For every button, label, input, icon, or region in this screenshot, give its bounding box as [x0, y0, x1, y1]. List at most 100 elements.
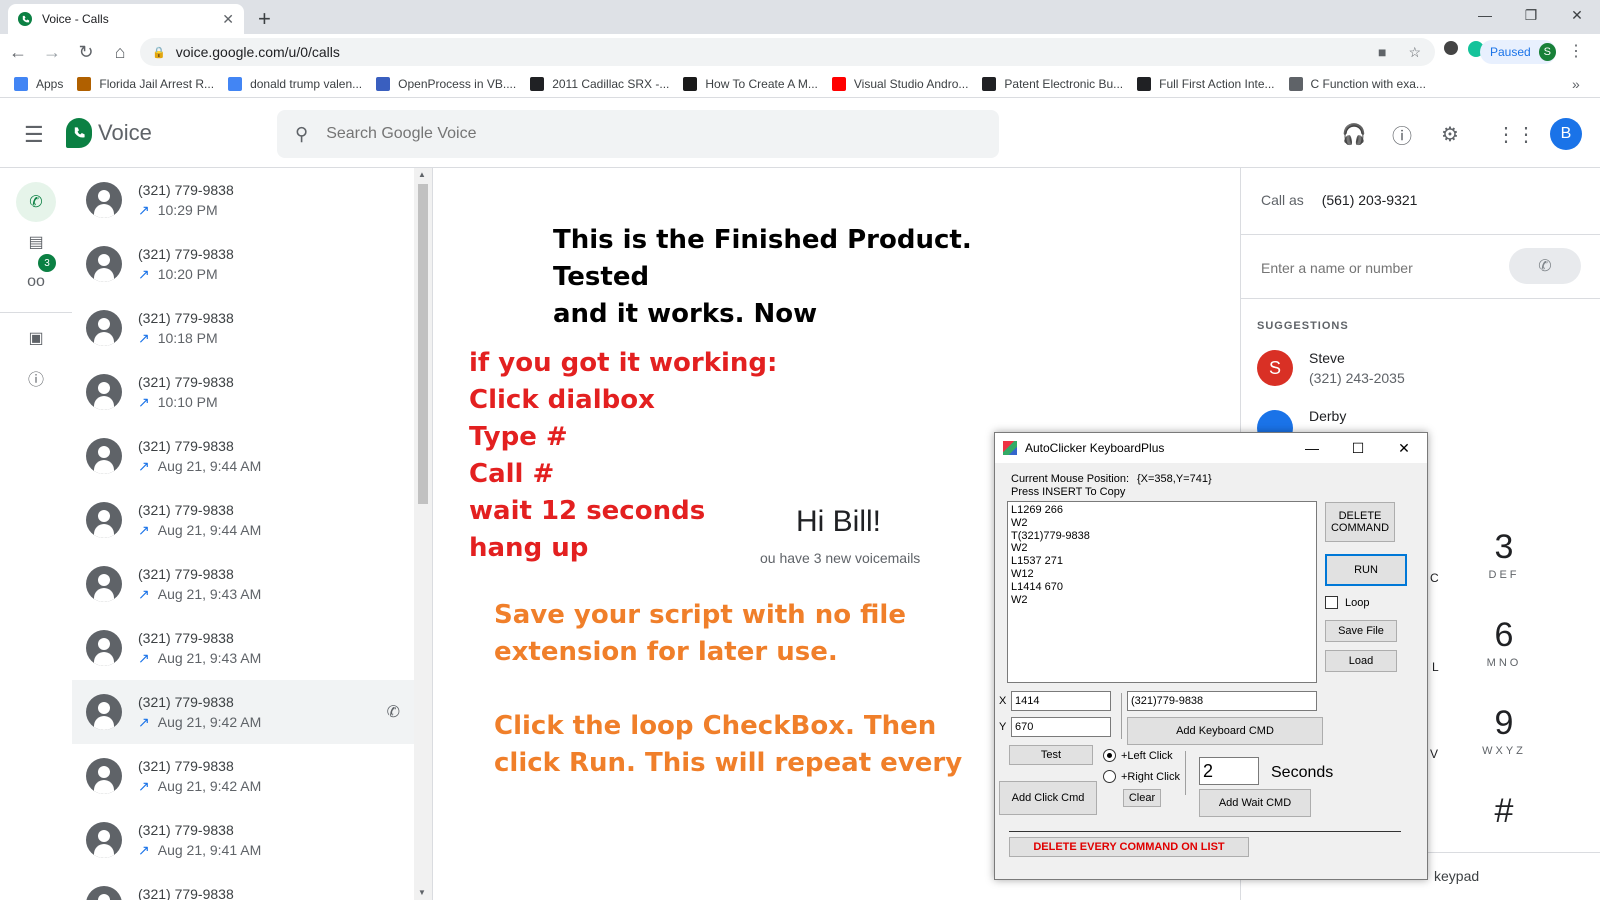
voice-logo[interactable]: Voice [66, 118, 152, 148]
autoclicker-titlebar[interactable]: AutoClicker KeyboardPlus — ☐ ✕ [995, 433, 1427, 463]
help-icon[interactable]: ⓘ [1378, 118, 1426, 150]
call-row[interactable]: (321) 779-9838 ↗ Aug 21, 9:42 AM ✆ [72, 680, 414, 744]
x-input[interactable] [1011, 691, 1111, 711]
add-click-cmd-button[interactable]: Add Click Cmd [999, 781, 1097, 815]
run-button[interactable]: RUN [1325, 554, 1407, 586]
new-tab-icon[interactable]: + [258, 6, 271, 32]
main-menu-icon[interactable]: ☰ [24, 122, 44, 148]
delete-all-button[interactable]: DELETE EVERY COMMAND ON LIST [1009, 837, 1249, 857]
call-row[interactable]: (321) 779-9838 ↗ Aug 21, 9:44 AM [72, 488, 414, 552]
bookmark-item[interactable]: 2011 Cadillac SRX -... [530, 76, 670, 91]
address-bar[interactable]: 🔒 voice.google.com/u/0/calls ■ ☆ [140, 38, 1435, 66]
contact-name: Derby [1309, 408, 1347, 424]
keyboard-text-input[interactable] [1127, 691, 1317, 711]
outgoing-call-icon: ↗ [138, 521, 150, 538]
call-row[interactable]: (321) 779-9838 ↗ Aug 21, 9:43 AM [72, 616, 414, 680]
call-row[interactable]: (321) 779-9838 ↗ 10:10 PM [72, 360, 414, 424]
test-button[interactable]: Test [1009, 745, 1093, 765]
home-icon[interactable]: ⌂ [104, 42, 136, 63]
search-input[interactable] [326, 125, 927, 143]
call-time: Aug 21, 9:44 AM [157, 457, 262, 474]
keypad-key[interactable]: 9 WXYZ [1464, 704, 1544, 757]
call-meta: (321) 779-9838 ↗ Aug 21, 9:44 AM [138, 438, 261, 475]
bookmark-label: 2011 Cadillac SRX -... [552, 76, 670, 91]
dial-input[interactable] [1261, 260, 1481, 276]
profile-paused-button[interactable]: Paused S [1480, 40, 1556, 64]
spam-nav-icon[interactable]: ⓘ [16, 358, 56, 398]
browser-menu-icon[interactable]: ⋮ [1568, 41, 1584, 61]
apps-grid-icon[interactable]: ⋮⋮ [1492, 118, 1540, 150]
bookmark-star-icon[interactable]: ☆ [1408, 44, 1421, 61]
voicemail-nav-icon[interactable]: oo 3 [16, 254, 56, 302]
maximize-icon[interactable]: ☐ [1335, 440, 1381, 457]
annotation-line: Click dialbox [469, 385, 655, 415]
browser-tab[interactable]: Voice - Calls ✕ [8, 4, 244, 34]
tab-close-icon[interactable]: ✕ [222, 11, 234, 28]
keypad-key[interactable]: # [1464, 792, 1544, 833]
back-icon[interactable]: ← [2, 42, 34, 63]
bookmark-item[interactable]: Florida Jail Arrest R... [77, 76, 214, 91]
loop-checkbox[interactable] [1325, 596, 1338, 609]
archive-nav-icon[interactable]: ▣ [16, 318, 56, 358]
calls-scrollbar[interactable]: ▲ ▼ [414, 168, 432, 900]
keypad-toggle[interactable]: keypad [1434, 868, 1479, 884]
camera-icon[interactable]: ■ [1378, 44, 1386, 61]
bookmark-item[interactable]: Apps [14, 76, 63, 91]
load-button[interactable]: Load [1325, 650, 1397, 672]
contact-avatar: S [1257, 350, 1293, 386]
scroll-up-icon[interactable]: ▲ [418, 170, 426, 179]
settings-gear-icon[interactable]: ⚙ [1426, 118, 1474, 150]
wait-seconds-input[interactable] [1199, 757, 1259, 785]
keypad-key[interactable]: 6 MNO [1464, 616, 1544, 669]
bookmark-item[interactable]: OpenProcess in VB.... [376, 76, 516, 91]
headset-icon[interactable]: 🎧 [1330, 118, 1378, 150]
reload-icon[interactable]: ↻ [70, 42, 102, 63]
bookmark-item[interactable]: Patent Electronic Bu... [982, 76, 1123, 91]
bookmark-item[interactable]: Visual Studio Andro... [831, 76, 968, 91]
bookmark-item[interactable]: Full First Action Inte... [1137, 76, 1275, 91]
search-bar[interactable]: ⚲ [277, 110, 999, 158]
restore-icon[interactable]: ❐ [1508, 0, 1554, 30]
add-keyboard-cmd-button[interactable]: Add Keyboard CMD [1127, 717, 1323, 745]
calls-nav-icon[interactable]: ✆ [16, 182, 56, 222]
close-icon[interactable]: ✕ [1381, 440, 1427, 457]
call-row[interactable]: (321) 779-9838 ↗ Aug 21, 9:41 AM [72, 808, 414, 872]
call-row[interactable]: (321) 779-9838 ↗ Aug 21, 9:42 AM [72, 744, 414, 808]
forward-icon[interactable]: → [36, 42, 68, 63]
greeting: Hi Bill! [796, 505, 882, 538]
bookmark-item[interactable]: C Function with exa... [1288, 76, 1426, 91]
right-click-radio[interactable] [1103, 770, 1116, 783]
bookmark-item[interactable]: How To Create A M... [683, 76, 818, 91]
scroll-down-icon[interactable]: ▼ [418, 888, 426, 897]
left-click-radio[interactable] [1103, 749, 1116, 762]
bookmark-favicon-icon [1137, 76, 1152, 91]
bookmark-label: donald trump valen... [250, 76, 363, 91]
save-file-button[interactable]: Save File [1325, 620, 1397, 642]
call-as[interactable]: Call as (561) 203-9321 [1261, 192, 1417, 208]
delete-command-button[interactable]: DELETE COMMAND [1325, 502, 1395, 542]
call-row[interactable]: (321) 779-9838 ↗ 10:20 PM [72, 232, 414, 296]
suggestion-contact[interactable]: S Steve (321) 243-2035 [1257, 350, 1405, 386]
bookmark-favicon-icon [530, 76, 545, 91]
bookmarks-overflow-icon[interactable]: » [1572, 76, 1580, 92]
call-row[interactable]: (321) 779-9838 ↗ 10:29 PM [72, 168, 414, 232]
keypad-key[interactable]: 3 DEF [1464, 528, 1544, 581]
clear-button[interactable]: Clear [1123, 789, 1161, 807]
call-row[interactable]: (321) 779-9838 ↗ Aug 21, 9:44 AM [72, 424, 414, 488]
call-row[interactable]: (321) 779-9838↗ [72, 872, 414, 900]
minimize-icon[interactable]: — [1289, 440, 1335, 457]
call-back-icon[interactable]: ✆ [387, 702, 400, 722]
scroll-thumb[interactable] [418, 184, 428, 504]
call-time-line: ↗ Aug 21, 9:42 AM [138, 714, 261, 731]
add-wait-cmd-button[interactable]: Add Wait CMD [1199, 789, 1311, 817]
extension-icon[interactable] [1444, 41, 1458, 55]
y-input[interactable] [1011, 717, 1111, 737]
bookmark-item[interactable]: donald trump valen... [228, 76, 363, 91]
dial-call-button[interactable]: ✆ [1509, 248, 1581, 284]
account-avatar[interactable]: B [1550, 118, 1582, 150]
close-window-icon[interactable]: ✕ [1554, 0, 1600, 30]
call-row[interactable]: (321) 779-9838 ↗ Aug 21, 9:43 AM [72, 552, 414, 616]
script-textbox[interactable]: L1269 266 W2 T(321)779-9838 W2 L1537 271… [1007, 501, 1317, 683]
call-row[interactable]: (321) 779-9838 ↗ 10:18 PM [72, 296, 414, 360]
minimize-icon[interactable]: — [1462, 0, 1508, 30]
